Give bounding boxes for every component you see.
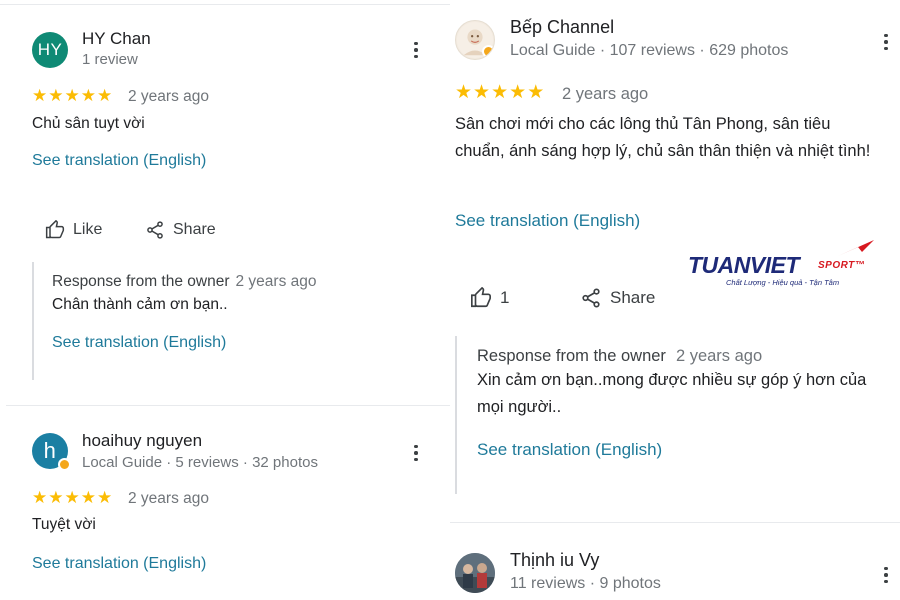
review-card: Thịnh iu Vy 11 reviews · 9 photos [450, 523, 900, 600]
like-button[interactable]: Like [45, 220, 102, 240]
logo-brand-suffix: SPORT™ [818, 260, 866, 271]
owner-response-label: Response from the owner [477, 347, 666, 365]
star-icon: ★ [48, 488, 64, 507]
star-icon: ★ [80, 86, 96, 105]
owner-response: Response from the owner 2 years ago Xin c… [455, 336, 895, 494]
like-button[interactable]: 1 [470, 287, 509, 309]
star-rating: ★ ★ ★ ★ ★ [32, 489, 112, 507]
local-guide-badge-icon [58, 458, 71, 471]
share-label: Share [173, 221, 216, 238]
logo-brand-text: TUANVIET [688, 252, 800, 278]
reviewer-meta: Local Guide · 107 reviews · 629 photos [510, 42, 789, 59]
right-review-column: Bếp Channel Local Guide · 107 reviews · … [450, 0, 900, 600]
thumbs-up-icon [45, 220, 65, 239]
brand-watermark-logo: TUANVIET SPORT™ Chất Lượng - Hiệu quả - … [688, 238, 878, 290]
see-translation-link[interactable]: See translation (English) [32, 555, 206, 573]
owner-response-time: 2 years ago [675, 347, 763, 365]
reviewer-name[interactable]: HY Chan [82, 29, 151, 49]
logo-tagline: Chất Lượng - Hiệu quả - Tận Tâm [726, 278, 840, 287]
more-options-icon[interactable] [876, 32, 896, 52]
avatar-initials: HY [37, 40, 63, 59]
star-icon: ★ [64, 488, 80, 507]
logo-swoosh-icon [838, 240, 874, 256]
star-icon: ★ [491, 82, 509, 103]
review-text: Chủ sân tuyt vời [32, 115, 145, 132]
reviewer-meta: Local Guide · 5 reviews · 32 photos [82, 454, 318, 471]
star-icon: ★ [527, 82, 545, 103]
thumbs-up-icon [471, 287, 491, 308]
like-label: Like [73, 221, 103, 238]
owner-response: Response from the owner 2 years ago Chân … [32, 262, 432, 380]
star-icon: ★ [97, 86, 113, 105]
review-card: h hoaihuy nguyen Local Guide · 5 reviews… [0, 406, 450, 600]
review-time: 2 years ago [562, 85, 649, 103]
owner-response-label: Response from the owner [52, 273, 230, 290]
more-options-icon[interactable] [406, 443, 426, 463]
more-options-icon[interactable] [406, 40, 426, 60]
see-translation-link[interactable]: See translation (English) [32, 152, 206, 170]
share-button[interactable]: Share [145, 220, 216, 240]
review-card: HY HY Chan 1 review ★ ★ ★ ★ ★ 2 years ag… [0, 0, 450, 405]
star-icon: ★ [80, 488, 96, 507]
left-review-column: HY HY Chan 1 review ★ ★ ★ ★ ★ 2 years ag… [0, 0, 450, 600]
star-icon: ★ [32, 86, 48, 105]
see-translation-link[interactable]: See translation (English) [477, 440, 662, 460]
more-options-icon[interactable] [876, 565, 896, 585]
owner-response-text: Xin cảm ơn bạn..mong được nhiều sự góp ý… [477, 371, 867, 416]
review-time: 2 years ago [128, 490, 209, 507]
star-rating: ★ ★ ★ ★ ★ [455, 82, 545, 103]
owner-response-time: 2 years ago [235, 273, 317, 290]
reviewer-name[interactable]: hoaihuy nguyen [82, 431, 202, 451]
star-icon: ★ [48, 86, 64, 105]
share-icon [582, 288, 600, 308]
owner-response-header: Response from the owner 2 years ago [52, 273, 316, 291]
review-time: 2 years ago [128, 88, 209, 105]
avatar[interactable] [455, 553, 495, 593]
star-icon: ★ [455, 82, 473, 103]
star-icon: ★ [509, 82, 527, 103]
see-translation-link[interactable]: See translation (English) [455, 211, 640, 231]
avatar[interactable] [455, 20, 495, 60]
local-guide-badge-icon [482, 45, 494, 58]
avatar[interactable]: HY [32, 32, 68, 68]
owner-response-text: Chân thành cảm ơn bạn.. [52, 296, 228, 313]
reviewer-name[interactable]: Thịnh iu Vy [510, 550, 599, 571]
star-rating: ★ ★ ★ ★ ★ [32, 87, 112, 105]
owner-response-header: Response from the owner 2 years ago [477, 347, 762, 366]
star-icon: ★ [32, 488, 48, 507]
avatar-image [455, 553, 495, 593]
share-button[interactable]: Share [580, 287, 655, 309]
avatar-initials: h [43, 438, 57, 463]
reviewer-name[interactable]: Bếp Channel [510, 17, 614, 38]
reviewer-meta: 11 reviews · 9 photos [510, 575, 661, 592]
star-icon: ★ [473, 82, 491, 103]
reviewer-meta: 1 review [82, 51, 138, 68]
review-text: Tuyệt vời [32, 516, 96, 533]
like-count: 1 [500, 288, 510, 307]
share-label: Share [610, 288, 656, 307]
share-icon [147, 221, 163, 239]
avatar[interactable]: h [32, 433, 71, 471]
see-translation-link[interactable]: See translation (English) [52, 334, 226, 352]
star-icon: ★ [97, 488, 113, 507]
review-text: Sân chơi mới cho các lông thủ Tân Phong,… [455, 115, 871, 160]
star-icon: ★ [64, 86, 80, 105]
